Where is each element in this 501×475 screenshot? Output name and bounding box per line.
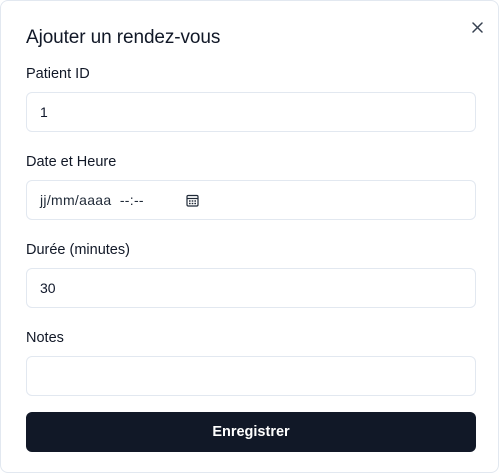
close-icon[interactable]: [471, 21, 483, 33]
notes-input[interactable]: [26, 356, 476, 396]
add-appointment-dialog: Ajouter un rendez-vous Patient ID Date e…: [0, 0, 499, 473]
datetime-label: Date et Heure: [26, 154, 117, 170]
save-button[interactable]: Enregistrer: [26, 412, 476, 452]
duration-label: Durée (minutes): [26, 242, 130, 258]
datetime-input[interactable]: jj/mm/aaaa --:--: [26, 180, 476, 220]
dialog-title: Ajouter un rendez-vous: [26, 27, 221, 48]
notes-label: Notes: [26, 330, 64, 346]
datetime-value: jj/mm/aaaa --:--: [40, 192, 144, 208]
patient-id-label: Patient ID: [26, 66, 90, 82]
calendar-icon[interactable]: [186, 194, 199, 207]
patient-id-input[interactable]: [26, 92, 476, 132]
duration-input[interactable]: [26, 268, 476, 308]
close-button[interactable]: [467, 17, 487, 37]
